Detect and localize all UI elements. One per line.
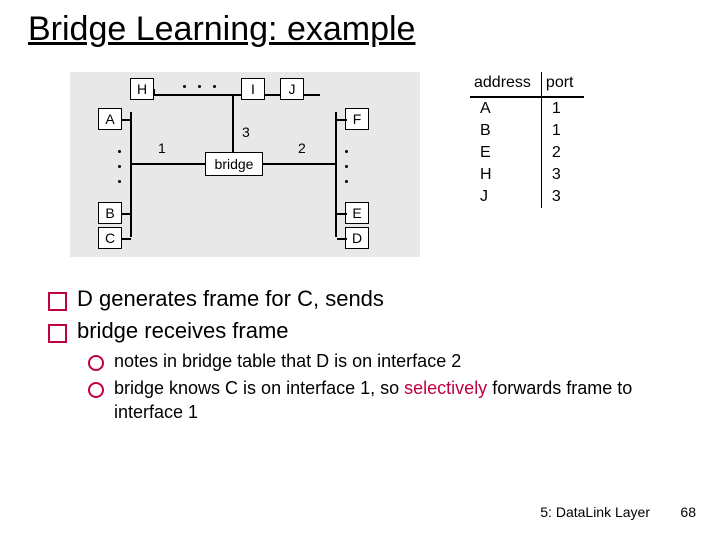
footer-section-label: 5: DataLink Layer [540,504,650,520]
stub [337,213,347,215]
bullet-level2: bridge knows C is on interface 1, so sel… [88,377,678,424]
footer-page-number: 68 [680,504,696,520]
cell: B [470,120,541,142]
stub [337,119,347,121]
circle-bullet-icon [88,382,104,398]
link-port3 [232,94,234,152]
square-bullet-icon [48,292,67,311]
node-d: D [345,227,369,249]
dot [345,165,348,168]
bullet-level1: bridge receives frame [48,318,678,344]
dot [118,165,121,168]
cell: 3 [541,164,583,186]
slide-title: Bridge Learning: example [28,10,415,49]
table-row: A1 [470,97,584,120]
cell: A [470,97,541,120]
bus-left [130,112,132,237]
table-header-address: address [470,72,541,97]
port-3-label: 3 [242,124,250,140]
dot [183,85,186,88]
stub [121,213,131,215]
stub [153,89,155,95]
table-row: H3 [470,164,584,186]
bridge-table: address port A1 B1 E2 H3 J3 [470,72,584,208]
stub [337,238,347,240]
cell: H [470,164,541,186]
table-row: B1 [470,120,584,142]
table-row: J3 [470,186,584,208]
dot [118,150,121,153]
node-a: A [98,108,122,130]
node-b: B [98,202,122,224]
stub [121,238,131,240]
highlight-text: selectively [404,378,487,398]
bullet-list: D generates frame for C, sends bridge re… [48,280,678,428]
bullet-text: bridge receives frame [77,318,289,344]
cell: 2 [541,142,583,164]
cell: 1 [541,120,583,142]
node-i: I [241,78,265,100]
bullet-text: bridge knows C is on interface 1, so sel… [114,377,678,424]
bullet-level2: notes in bridge table that D is on inter… [88,350,678,373]
bullet-text: notes in bridge table that D is on inter… [114,350,461,373]
dot [345,150,348,153]
cell: 3 [541,186,583,208]
bus-right [335,112,337,237]
dot [198,85,201,88]
dot [345,180,348,183]
text-segment: bridge knows C is on interface 1, so [114,378,404,398]
node-c: C [98,227,122,249]
link-port1 [132,163,205,165]
port-1-label: 1 [158,140,166,156]
table-row: E2 [470,142,584,164]
node-f: F [345,108,369,130]
node-e: E [345,202,369,224]
square-bullet-icon [48,324,67,343]
diagram: H I J 3 bridge A B C 1 [70,72,650,257]
cell: J [470,186,541,208]
cell: 1 [541,97,583,120]
bullet-level1: D generates frame for C, sends [48,286,678,312]
link-port2 [262,163,335,165]
stub [121,119,131,121]
bridge-box: bridge [205,152,263,176]
table-header-port: port [541,72,583,97]
node-h: H [130,78,154,100]
bullet-text: D generates frame for C, sends [77,286,384,312]
circle-bullet-icon [88,355,104,371]
node-j: J [280,78,304,100]
dot [118,180,121,183]
cell: E [470,142,541,164]
port-2-label: 2 [298,140,306,156]
dot [213,85,216,88]
